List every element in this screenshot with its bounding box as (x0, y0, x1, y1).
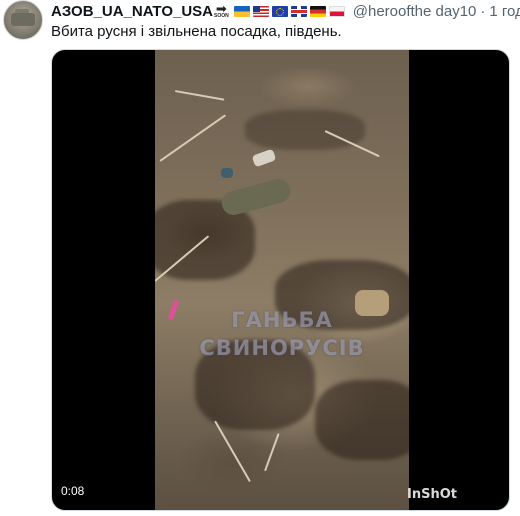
flag-eu-icon (271, 6, 288, 17)
display-name[interactable]: АЗОВ_UA_NATO_USA (51, 3, 213, 20)
flag-usa-icon (252, 6, 269, 17)
avatar[interactable] (3, 0, 43, 40)
video-player[interactable]: ГАНЬБА СВИНОРУСІВ 0:08 InShOt (51, 49, 510, 511)
flag-poland-icon (328, 6, 345, 17)
arrow-right-icon: ➡ (215, 1, 227, 16)
user-handle[interactable]: @heroofthe day10 (353, 3, 477, 20)
soon-label: SOON (214, 13, 229, 19)
tweet-header: АЗОВ_UA_NATO_USA ➡ SOON @heroofthe day10… (51, 1, 520, 20)
watermark-line-2: СВИНОРУСІВ (199, 336, 365, 360)
tweet-timestamp[interactable]: 1 год (489, 3, 520, 20)
flag-uk-icon (290, 6, 307, 17)
watermark-line-1: ГАНЬБА (231, 308, 333, 332)
tweet-text: Вбита русня і звільнена посадка, південь… (51, 23, 342, 40)
flag-germany-icon (309, 6, 326, 17)
video-frame: ГАНЬБА СВИНОРУСІВ (155, 50, 409, 510)
flag-ukraine-icon (233, 6, 250, 17)
video-watermark: ГАНЬБА СВИНОРУСІВ (155, 306, 409, 362)
video-duration: 0:08 (61, 484, 85, 498)
separator-dot: · (480, 3, 486, 20)
soon-badge-icon: ➡ SOON (214, 1, 229, 19)
inshot-watermark: InShOt (407, 487, 457, 502)
